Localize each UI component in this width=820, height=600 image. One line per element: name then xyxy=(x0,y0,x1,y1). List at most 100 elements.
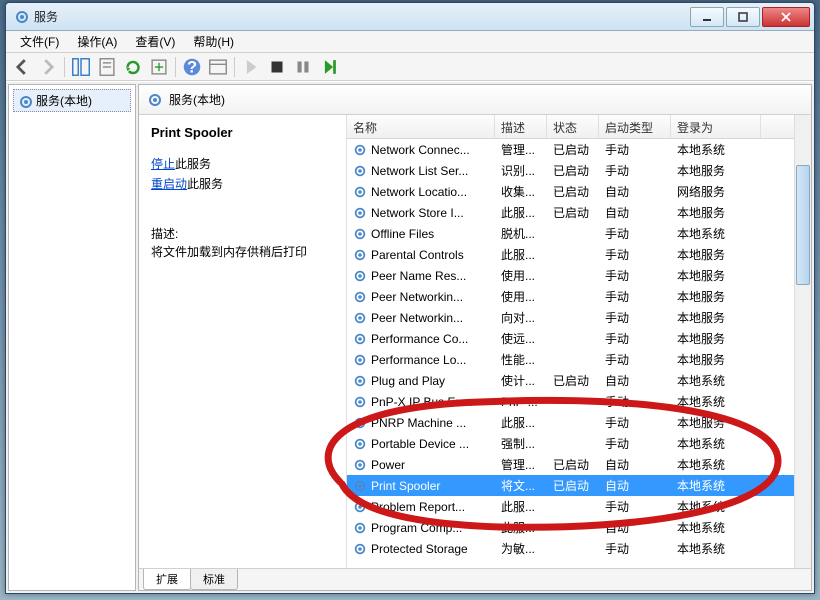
col-name[interactable]: 名称 xyxy=(347,115,495,138)
menu-action[interactable]: 操作(A) xyxy=(69,31,125,52)
tab-standard[interactable]: 标准 xyxy=(190,569,238,590)
main-inner: Print Spooler 停止此服务 重启动此服务 描述: 将文件加载到内存供… xyxy=(139,115,811,568)
list-body[interactable]: Network Connec...管理...已启动手动本地系统Network L… xyxy=(347,139,811,568)
restart-service-button[interactable] xyxy=(317,55,341,79)
cell-desc: 此服... xyxy=(495,517,547,538)
cell-desc: 此服... xyxy=(495,496,547,517)
service-row[interactable]: Peer Name Res...使用...手动本地服务 xyxy=(347,265,811,286)
help-button[interactable]: ? xyxy=(180,55,204,79)
scrollbar-thumb[interactable] xyxy=(796,165,810,285)
service-row[interactable]: Power管理...已启动自动本地系统 xyxy=(347,454,811,475)
cell-logon: 本地服务 xyxy=(671,286,761,307)
gear-icon xyxy=(353,143,367,157)
menu-file[interactable]: 文件(F) xyxy=(12,31,67,52)
stop-suffix: 此服务 xyxy=(175,157,211,171)
cell-name: Print Spooler xyxy=(347,477,495,495)
cell-name: Performance Lo... xyxy=(347,351,495,369)
properties-button[interactable] xyxy=(95,55,119,79)
cell-status xyxy=(547,400,599,404)
gear-icon xyxy=(353,227,367,241)
service-row[interactable]: PNRP Machine ...此服...手动本地服务 xyxy=(347,412,811,433)
toolbar-separator xyxy=(234,57,235,77)
service-row[interactable]: Offline Files脱机...手动本地系统 xyxy=(347,223,811,244)
close-button[interactable] xyxy=(762,7,810,27)
gear-icon xyxy=(353,206,367,220)
cell-desc: 性能... xyxy=(495,349,547,370)
col-logon[interactable]: 登录为 xyxy=(671,115,761,138)
service-row[interactable]: Parental Controls此服...手动本地服务 xyxy=(347,244,811,265)
cell-startup: 自动 xyxy=(599,202,671,223)
gear-icon xyxy=(353,248,367,262)
cell-logon: 本地服务 xyxy=(671,349,761,370)
gear-icon xyxy=(353,332,367,346)
cell-desc: 收集... xyxy=(495,181,547,202)
menu-view[interactable]: 查看(V) xyxy=(127,31,183,52)
cell-status xyxy=(547,337,599,341)
stop-service-button[interactable] xyxy=(265,55,289,79)
description-label: 描述: xyxy=(151,225,334,242)
cell-desc: PnP-... xyxy=(495,393,547,411)
service-row[interactable]: Peer Networkin...使用...手动本地服务 xyxy=(347,286,811,307)
cell-name: Network List Ser... xyxy=(347,162,495,180)
gear-icon xyxy=(353,164,367,178)
service-row[interactable]: Program Comp...此服...自动本地系统 xyxy=(347,517,811,538)
cell-status xyxy=(547,526,599,530)
tree-pane[interactable]: 服务(本地) xyxy=(8,84,136,591)
service-row[interactable]: Plug and Play使计...已启动自动本地系统 xyxy=(347,370,811,391)
services-window: 服务 文件(F) 操作(A) 查看(V) 帮助(H) ? xyxy=(5,2,815,594)
service-row[interactable]: Network Locatio...收集...已启动自动网络服务 xyxy=(347,181,811,202)
cell-startup: 手动 xyxy=(599,307,671,328)
maximize-button[interactable] xyxy=(726,7,760,27)
service-row[interactable]: Problem Report...此服...手动本地系统 xyxy=(347,496,811,517)
selected-service-name: Print Spooler xyxy=(151,125,334,140)
tree-root-item[interactable]: 服务(本地) xyxy=(13,89,131,112)
cell-status xyxy=(547,442,599,446)
service-row[interactable]: Performance Co...使远...手动本地服务 xyxy=(347,328,811,349)
cell-status: 已启动 xyxy=(547,202,599,223)
service-row[interactable]: PnP-X IP Bus En...PnP-...手动本地系统 xyxy=(347,391,811,412)
cell-name: Peer Networkin... xyxy=(347,309,495,327)
service-row[interactable]: Network Store I...此服...已启动自动本地服务 xyxy=(347,202,811,223)
main-pane: 服务(本地) Print Spooler 停止此服务 重启动此服务 描述: 将文… xyxy=(138,84,812,591)
gear-icon xyxy=(353,374,367,388)
tab-extended[interactable]: 扩展 xyxy=(143,569,191,590)
cell-name: Peer Name Res... xyxy=(347,267,495,285)
restart-link[interactable]: 重启动 xyxy=(151,177,187,191)
menu-help[interactable]: 帮助(H) xyxy=(185,31,242,52)
pause-service-button[interactable] xyxy=(291,55,315,79)
description-text: 将文件加载到内存供稍后打印 xyxy=(151,243,334,260)
gear-icon xyxy=(353,185,367,199)
service-row[interactable]: Network Connec...管理...已启动手动本地系统 xyxy=(347,139,811,160)
scrollbar[interactable] xyxy=(794,115,811,568)
cell-logon: 本地服务 xyxy=(671,160,761,181)
gear-icon xyxy=(353,290,367,304)
service-row[interactable]: Print Spooler将文...已启动自动本地系统 xyxy=(347,475,811,496)
restart-suffix: 此服务 xyxy=(187,177,223,191)
service-row[interactable]: Peer Networkin...向对...手动本地服务 xyxy=(347,307,811,328)
cell-startup: 自动 xyxy=(599,181,671,202)
content-body: 服务(本地) 服务(本地) Print Spooler 停止此服务 重启动此服务… xyxy=(6,81,814,593)
cell-logon: 本地系统 xyxy=(671,454,761,475)
titlebar[interactable]: 服务 xyxy=(6,3,814,31)
service-row[interactable]: Network List Ser...识别...已启动手动本地服务 xyxy=(347,160,811,181)
forward-button[interactable] xyxy=(36,55,60,79)
back-button[interactable] xyxy=(10,55,34,79)
start-service-button[interactable] xyxy=(239,55,263,79)
service-row[interactable]: Portable Device ...强制...手动本地系统 xyxy=(347,433,811,454)
show-hide-tree-button[interactable] xyxy=(69,55,93,79)
cell-desc: 管理... xyxy=(495,454,547,475)
cell-logon: 本地系统 xyxy=(671,538,761,559)
stop-link[interactable]: 停止 xyxy=(151,157,175,171)
toolbar: ? xyxy=(6,53,814,81)
col-startup[interactable]: 启动类型 xyxy=(599,115,671,138)
minimize-button[interactable] xyxy=(690,7,724,27)
export-button[interactable] xyxy=(147,55,171,79)
service-row[interactable]: Protected Storage为敏...手动本地系统 xyxy=(347,538,811,559)
service-row[interactable]: Performance Lo...性能...手动本地服务 xyxy=(347,349,811,370)
col-desc[interactable]: 描述 xyxy=(495,115,547,138)
refresh-button[interactable] xyxy=(121,55,145,79)
col-status[interactable]: 状态 xyxy=(547,115,599,138)
cell-startup: 自动 xyxy=(599,454,671,475)
console-tree-button[interactable] xyxy=(206,55,230,79)
cell-status xyxy=(547,547,599,551)
